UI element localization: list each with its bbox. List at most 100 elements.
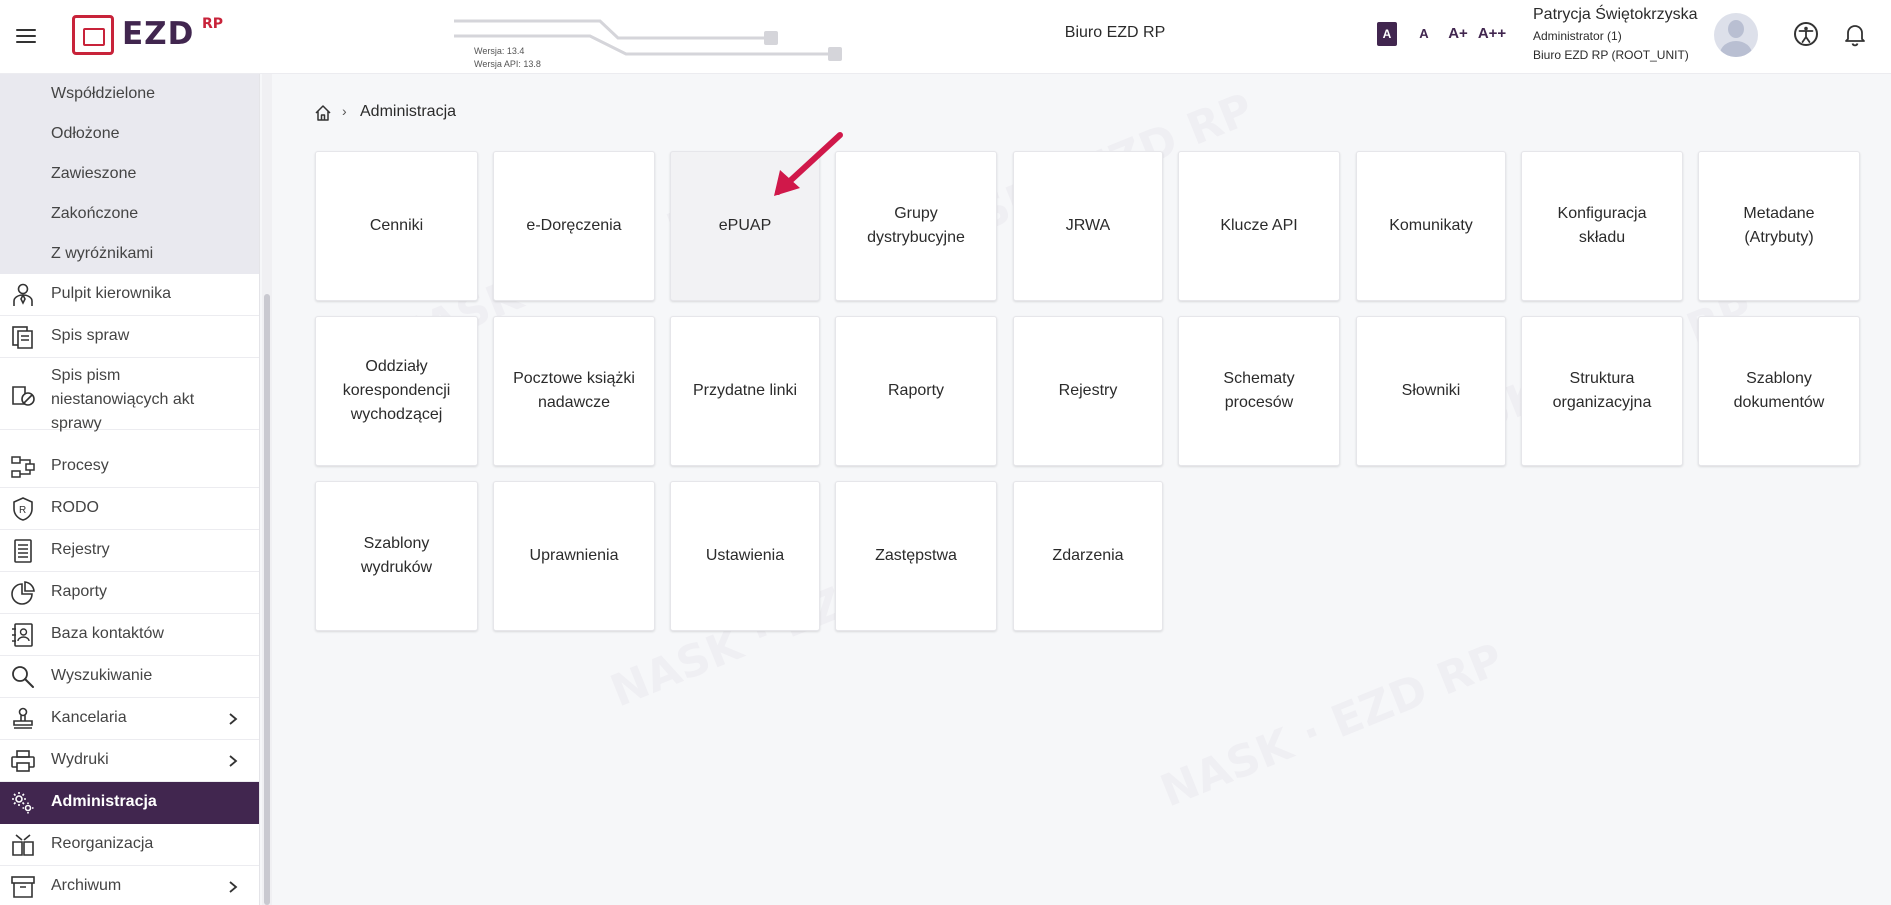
sidebar-subitem-zakonczone[interactable]: Zakończone — [0, 194, 259, 234]
sidebar-item-spis-spraw[interactable]: Spis spraw — [0, 316, 259, 358]
accessibility-icon[interactable] — [1792, 20, 1820, 48]
tile-label: Ustawienia — [705, 547, 785, 564]
manager-icon — [13, 283, 33, 306]
tile-oddzialy-korespondencji[interactable]: Oddziały korespondencji wychodzącej — [315, 316, 478, 466]
chevron-right-icon — [229, 881, 238, 893]
tile-e-doreczenia[interactable]: e-Doręczenia — [493, 151, 655, 301]
tile-label: ePUAP — [718, 217, 772, 234]
sidebar-item-label-line: sprawy — [51, 415, 102, 432]
register-icon — [14, 539, 32, 563]
tile-przydatne-linki[interactable]: Przydatne linki — [670, 316, 820, 466]
tile-label: Pocztowe książki nadawcze — [513, 370, 635, 411]
font-size-default-button[interactable]: A — [1377, 22, 1397, 46]
contacts-icon — [12, 623, 33, 647]
tile-szablony-dokumentow[interactable]: Szablony dokumentów — [1698, 316, 1860, 466]
search-icon — [12, 666, 34, 688]
watermark: NASK · EZD RP — [1154, 634, 1511, 818]
tile-label: JRWA — [1065, 217, 1111, 234]
tile-label: e-Doręczenia — [526, 217, 622, 234]
tile-komunikaty[interactable]: Komunikaty — [1356, 151, 1506, 301]
sidebar-item-label: Pulpit kierownika — [51, 285, 172, 302]
shield-icon: R — [13, 497, 33, 521]
sidebar-subitem-wspoldzielone[interactable]: Współdzielone — [0, 74, 259, 114]
tile-label: Raporty — [887, 382, 945, 399]
sidebar-item-label: Rejestry — [51, 541, 110, 558]
tile-metadane[interactable]: Metadane (Atrybuty) — [1698, 151, 1860, 301]
sidebar-subitem-zawieszone[interactable]: Zawieszone — [0, 154, 259, 194]
tile-zastepstwa[interactable]: Zastępstwa — [835, 481, 997, 631]
home-icon[interactable] — [314, 104, 332, 122]
font-size-xlarge-button[interactable]: A++ — [1477, 22, 1507, 46]
sidebar-item-procesy[interactable]: Procesy — [0, 446, 259, 488]
sidebar-item-label: Raporty — [51, 583, 108, 600]
app-logo[interactable]: EZD RP — [72, 12, 232, 58]
tile-struktura-organizacyjna[interactable]: Struktura organizacyjna — [1521, 316, 1683, 466]
sidebar-item-label: Procesy — [51, 457, 109, 474]
tile-label: Grupy dystrybucyjne — [867, 205, 965, 246]
sidebar-item-spis-pism[interactable]: Spis pism niestanowiących akt sprawy — [0, 358, 259, 432]
bell-icon[interactable] — [1841, 20, 1869, 48]
sidebar-item-label: Wyszukiwanie — [51, 667, 153, 684]
sidebar-item-reorganizacja[interactable]: Reorganizacja — [0, 824, 259, 866]
tile-label: Struktura organizacyjna — [1552, 370, 1652, 411]
sidebar-item-archiwum[interactable]: Archiwum — [0, 866, 259, 905]
sidebar-item-kancelaria[interactable]: Kancelaria — [0, 698, 259, 740]
tile-epuap[interactable]: ePUAP — [670, 151, 820, 301]
documents-icon — [12, 386, 35, 406]
user-role: Administrator (1) — [1533, 29, 1622, 43]
tile-pocztowe-ksiazki[interactable]: Pocztowe książki nadawcze — [493, 316, 655, 466]
sidebar-item-label: Administracja — [51, 793, 157, 810]
avatar[interactable] — [1714, 13, 1758, 57]
sidebar-item-label: Spis spraw — [51, 327, 130, 344]
api-version-label: Wersja API: 13.8 — [474, 59, 541, 69]
printer-icon — [11, 750, 35, 772]
tile-klucze-api[interactable]: Klucze API — [1178, 151, 1340, 301]
gear-icon — [12, 792, 34, 814]
tile-uprawnienia[interactable]: Uprawnienia — [493, 481, 655, 631]
tile-slowniki[interactable]: Słowniki — [1356, 316, 1506, 466]
sidebar-item-wydruki[interactable]: Wydruki — [0, 740, 259, 782]
hamburger-icon[interactable] — [14, 25, 38, 45]
tile-label: Uprawnienia — [529, 547, 619, 564]
sidebar-item-rejestry[interactable]: Rejestry — [0, 530, 259, 572]
tile-schematy-procesow[interactable]: Schematy procesów — [1178, 316, 1340, 466]
sidebar-scrollbar-thumb[interactable] — [264, 294, 270, 905]
user-name[interactable]: Patrycja Świętokrzyska — [1533, 6, 1698, 24]
sidebar-item-label: Baza kontaktów — [51, 625, 164, 642]
process-icon — [11, 456, 35, 478]
sidebar-item-rodo[interactable]: R RODO — [0, 488, 259, 530]
font-size-large-button[interactable]: A+ — [1446, 22, 1470, 46]
svg-text:R: R — [19, 505, 26, 516]
tile-zdarzenia[interactable]: Zdarzenia — [1013, 481, 1163, 631]
tile-ustawienia[interactable]: Ustawienia — [670, 481, 820, 631]
user-unit: Biuro EZD RP (ROOT_UNIT) — [1533, 48, 1689, 62]
tile-grupy-dystrybucyjne[interactable]: Grupy dystrybucyjne — [835, 151, 997, 301]
organization-title: Biuro EZD RP — [1064, 24, 1166, 41]
tile-label: Oddziały korespondencji wychodzącej — [342, 358, 451, 423]
tile-konfiguracja-skladu[interactable]: Konfiguracja składu — [1521, 151, 1683, 301]
pie-chart-icon — [11, 581, 35, 605]
version-label: Wersja: 13.4 — [474, 46, 525, 56]
tile-label: Konfiguracja składu — [1557, 205, 1647, 246]
tile-raporty[interactable]: Raporty — [835, 316, 997, 466]
sidebar-item-administracja[interactable]: Administracja — [0, 782, 259, 824]
sidebar-subitem-odlozone[interactable]: Odłożone — [0, 114, 259, 154]
sidebar-item-baza-kontaktow[interactable]: Baza kontaktów — [0, 614, 259, 656]
sidebar-subitem-z-wyroznikami[interactable]: Z wyróżnikami — [0, 234, 259, 274]
tile-jrwa[interactable]: JRWA — [1013, 151, 1163, 301]
sidebar-item-label: Archiwum — [51, 877, 122, 894]
tile-label: Zastępstwa — [875, 547, 957, 564]
chevron-right-icon — [229, 755, 238, 767]
font-size-normal-button[interactable]: A — [1415, 22, 1433, 46]
sidebar-item-pulpit-kierownika[interactable]: Pulpit kierownika — [0, 274, 259, 316]
tile-label: Szablony dokumentów — [1733, 370, 1825, 411]
tile-label: Klucze API — [1220, 217, 1298, 234]
top-header: EZD RP Wersja: 13.4 Wersja API: 13.8 Biu… — [0, 0, 1891, 74]
sidebar: Współdzielone Odłożone Zawieszone Zakońc… — [0, 74, 260, 905]
tile-cenniki[interactable]: Cenniki — [315, 151, 478, 301]
sidebar-item-raporty[interactable]: Raporty — [0, 572, 259, 614]
tile-rejestry[interactable]: Rejestry — [1013, 316, 1163, 466]
tile-szablony-wydrukow[interactable]: Szablony wydruków — [315, 481, 478, 631]
sidebar-item-wyszukiwanie[interactable]: Wyszukiwanie — [0, 656, 259, 698]
tile-label: Szablony wydruków — [360, 535, 433, 576]
